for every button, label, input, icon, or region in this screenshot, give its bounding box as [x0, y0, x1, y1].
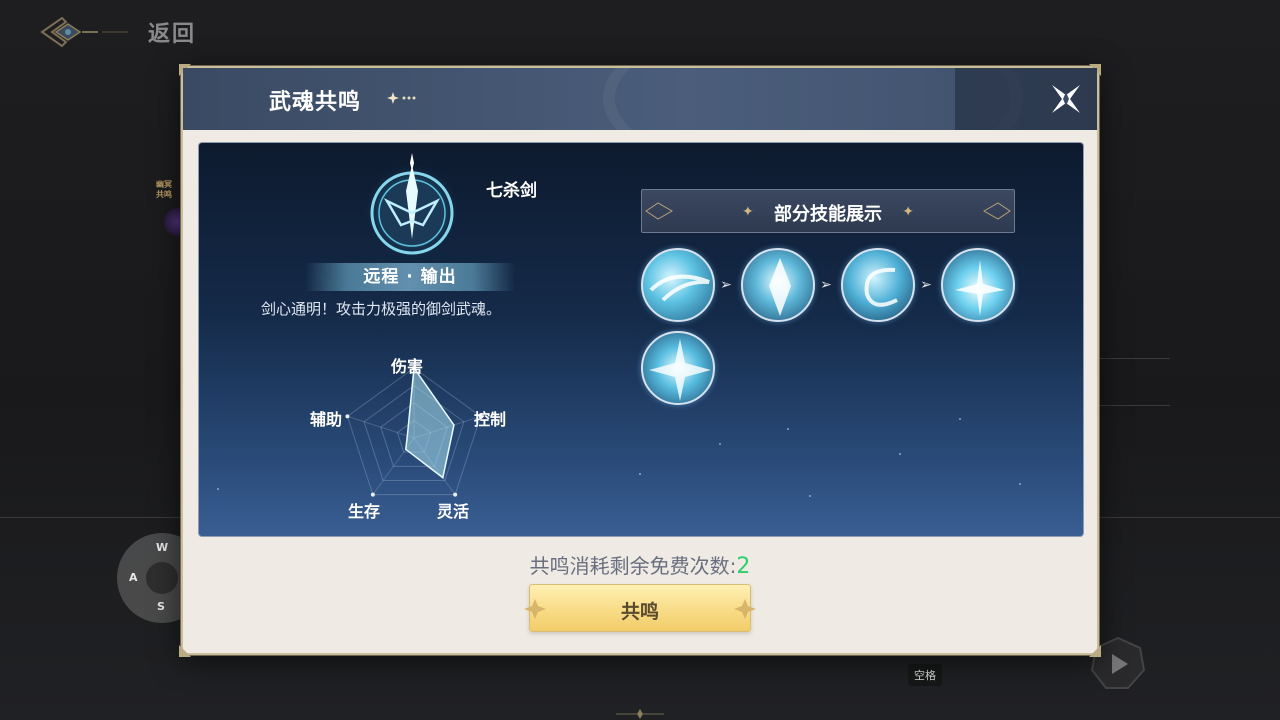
- radar-axis-dot: [370, 492, 375, 497]
- skill-5-star-icon: [649, 339, 711, 401]
- sparkle-icon: ✦: [902, 204, 914, 220]
- sparkle-icon: [387, 92, 416, 104]
- bg-divider: [1100, 405, 1170, 406]
- star-deco: [809, 495, 811, 497]
- star-deco: [899, 453, 901, 455]
- corner-ornament-icon: [1089, 645, 1101, 657]
- attribute-radar: [299, 353, 529, 523]
- skills-header: ✦ 部分技能展示 ✦: [641, 189, 1015, 233]
- star-deco: [639, 473, 641, 475]
- arrow-right-icon: ➢: [920, 277, 932, 293]
- skill-2-crystal-icon: [769, 258, 791, 316]
- weapon-info-panel: 七杀剑 远程 · 输出 剑心通明！攻击力极强的御剑武魂。 伤害 控制 灵活 生存…: [198, 142, 1084, 537]
- star-deco: [719, 443, 721, 445]
- radar-label-control: 控制: [474, 410, 507, 429]
- radar-axis-dot: [453, 492, 458, 497]
- dialog-header: 武魂共鸣: [183, 68, 1097, 130]
- star-deco: [217, 488, 219, 490]
- joy-key-w: W: [156, 541, 169, 554]
- skill-2-icon[interactable]: [741, 248, 815, 322]
- bottom-ornament-icon: [616, 709, 664, 719]
- radar-value-area: [404, 365, 455, 479]
- back-label: 返回: [148, 22, 197, 47]
- star-deco: [959, 418, 961, 420]
- radar-label-agility: 灵活: [437, 502, 470, 521]
- joystick-knob[interactable]: [146, 562, 178, 594]
- radar-label-support: 辅助: [310, 410, 343, 429]
- radar-label-damage: 伤害: [391, 357, 424, 376]
- skill-3-icon[interactable]: [841, 248, 915, 322]
- weapon-description: 剑心通明！攻击力极强的御剑武魂。: [261, 300, 502, 318]
- header-right-ornament-icon: [982, 202, 1011, 220]
- arrow-right-icon: ➢: [720, 277, 732, 293]
- skill-1-swirl-icon: [649, 274, 710, 302]
- skill-5-icon[interactable]: [641, 331, 715, 405]
- close-icon[interactable]: [1049, 82, 1083, 116]
- skill-3-spiral-icon: [864, 267, 898, 307]
- weapon-tags: 远程 · 输出: [305, 263, 515, 291]
- space-key-hint: 空格: [908, 664, 942, 686]
- free-count-value: 2: [736, 554, 751, 579]
- button-right-ornament-icon: [734, 599, 756, 619]
- free-count-text: 共鸣消耗剩余免费次数:2: [183, 550, 1097, 579]
- radar-axis-dot: [345, 414, 350, 419]
- joy-key-a: A: [129, 571, 138, 584]
- skills-header-title: 部分技能展示: [774, 204, 882, 225]
- weapon-name: 七杀剑: [486, 181, 537, 201]
- radar-chart: [345, 365, 483, 497]
- skill-4-icon[interactable]: [941, 248, 1015, 322]
- weapon-resonance-dialog: 武魂共鸣 七杀剑 远程 · 输出 剑心通明！攻击力极强的御剑武魂。 伤害 控制 …: [179, 64, 1101, 657]
- skill-1-icon[interactable]: [641, 248, 715, 322]
- free-count-label: 共鸣消耗剩余免费次数:: [529, 554, 737, 578]
- back-arrow-icon: [40, 16, 128, 48]
- joy-key-s: S: [157, 600, 165, 613]
- star-deco: [787, 428, 789, 430]
- radar-label-survival: 生存: [348, 502, 381, 521]
- resonate-button[interactable]: 共鸣: [524, 584, 756, 632]
- star-deco: [1019, 483, 1021, 485]
- resonate-button-label: 共鸣: [620, 601, 659, 623]
- weapon-emblem-icon: [364, 153, 460, 259]
- dialog-title: 武魂共鸣: [269, 90, 362, 115]
- back-button[interactable]: 返回: [38, 12, 196, 52]
- bg-divider: [1100, 358, 1170, 359]
- arrow-right-icon: ➢: [820, 277, 832, 293]
- corner-ornament-icon: [179, 645, 191, 657]
- skill-4-burst-icon: [955, 260, 1005, 316]
